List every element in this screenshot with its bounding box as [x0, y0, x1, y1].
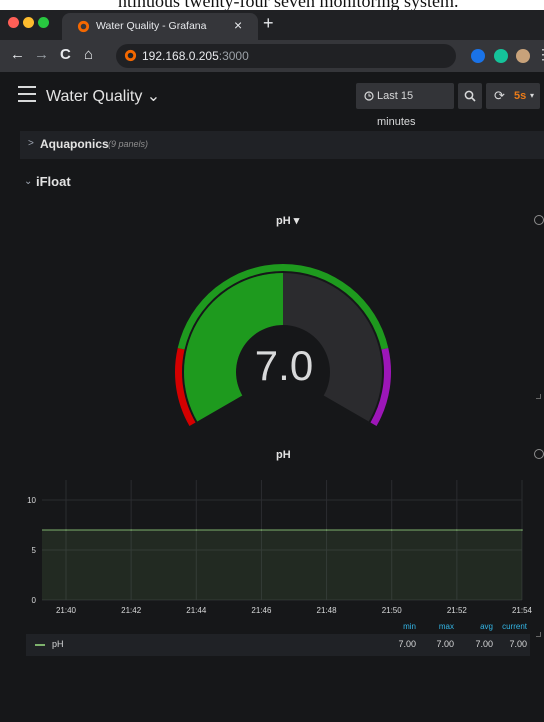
x-tick-label: 21:42	[121, 606, 142, 615]
data-point	[65, 529, 67, 531]
minimize-window-button[interactable]	[23, 17, 34, 28]
browser-tab[interactable]: Water Quality - Grafana ×	[62, 13, 258, 40]
grammarly-icon[interactable]	[494, 49, 508, 63]
graph-plot: 0 5 10 21:40 21:42 21:44 21:46 21:48 21:50 21:52 2…	[27, 480, 533, 615]
y-tick-label: 10	[27, 496, 36, 505]
data-point	[390, 529, 393, 531]
x-tick-label: 21:40	[56, 606, 77, 615]
home-icon[interactable]: ⌂	[84, 46, 93, 63]
data-point	[260, 529, 263, 531]
url-port: :3000	[218, 49, 249, 63]
forward-icon[interactable]: →	[34, 46, 49, 63]
data-point	[325, 529, 328, 531]
browser-menu-icon[interactable]: ⋮	[536, 46, 544, 63]
figure-caption: ntinuous twenty-four seven monitoring sy…	[0, 0, 544, 10]
x-tick-label: 21:54	[512, 606, 533, 615]
legend-current-value: 7.00	[509, 639, 527, 649]
maximize-window-button[interactable]	[38, 17, 49, 28]
x-tick-label: 21:50	[382, 606, 403, 615]
data-point	[195, 529, 198, 531]
address-bar: ← → C ⌂ 192.168.0.205:3000 ⋮	[0, 40, 544, 72]
extension-icon[interactable]	[471, 49, 485, 63]
legend-min-value: 7.00	[398, 639, 416, 649]
reload-icon[interactable]: C	[60, 46, 71, 63]
series-swatch[interactable]	[35, 644, 45, 646]
new-tab-button[interactable]: +	[263, 13, 274, 34]
graph-legend-row[interactable]: pH 7.00 7.00 7.00 7.00	[26, 634, 530, 656]
close-window-button[interactable]	[8, 17, 19, 28]
url-text: 192.168.0.205:3000	[142, 49, 249, 63]
x-tick-label: 21:48	[317, 606, 338, 615]
tab-title: Water Quality - Grafana	[96, 20, 207, 32]
tab-bar: Water Quality - Grafana × +	[0, 10, 544, 40]
legend-header-current[interactable]: current	[487, 622, 527, 631]
browser-chrome: Water Quality - Grafana × + ← → C ⌂ 192.…	[0, 10, 544, 72]
legend-max-value: 7.00	[436, 639, 454, 649]
x-tick-label: 21:46	[251, 606, 272, 615]
grafana-site-icon	[124, 49, 137, 62]
y-tick-label: 5	[32, 546, 37, 555]
tab-close-icon[interactable]: ×	[234, 17, 242, 33]
back-icon[interactable]: ←	[10, 46, 25, 63]
data-point	[130, 529, 132, 531]
profile-avatar[interactable]	[516, 49, 530, 63]
data-point	[521, 529, 523, 531]
grafana-app: Water Quality ⌄ Last 15 minutes ⟳ 5s ▾ >…	[0, 72, 544, 722]
caption-text: ntinuous twenty-four seven monitoring sy…	[118, 0, 459, 10]
x-tick-label: 21:44	[186, 606, 207, 615]
legend-header-min[interactable]: min	[376, 622, 416, 631]
legend-series-name[interactable]: pH	[52, 639, 64, 649]
x-tick-label: 21:52	[447, 606, 468, 615]
grafana-favicon-icon	[77, 20, 90, 33]
y-tick-label: 0	[32, 596, 37, 605]
panel-resize-handle[interactable]	[536, 632, 541, 637]
url-input[interactable]: 192.168.0.205:3000	[116, 44, 456, 68]
url-host: 192.168.0.205	[142, 49, 219, 63]
data-point	[456, 529, 458, 531]
legend-header-max[interactable]: max	[414, 622, 454, 631]
series-area-pH	[42, 530, 522, 600]
